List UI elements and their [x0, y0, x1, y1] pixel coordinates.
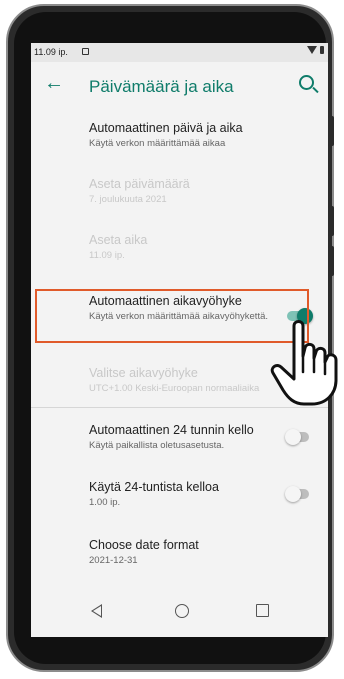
setting-title: Choose date format [89, 538, 199, 552]
highlight-box [35, 289, 309, 343]
search-icon[interactable] [299, 75, 314, 90]
setting-set-date: Aseta päivämäärä 7. joulukuuta 2021 [89, 177, 299, 205]
setting-title: Automaattinen 24 tunnin kello [89, 423, 254, 437]
status-icons [307, 46, 324, 54]
setting-subtitle: Käytä paikallista oletusasetusta. [89, 440, 225, 451]
setting-subtitle: 1.00 ip. [89, 497, 121, 508]
notification-icon [82, 48, 89, 55]
status-time: 11.09 ip. [34, 47, 68, 57]
setting-subtitle: 2021-12-31 [89, 555, 138, 566]
setting-subtitle: 7. joulukuuta 2021 [89, 194, 167, 205]
power-button [328, 246, 334, 276]
setting-subtitle: Käytä verkon määrittämää aikaa [89, 138, 226, 149]
navigation-bar [31, 593, 328, 637]
use-24h-toggle[interactable] [285, 486, 309, 502]
setting-title: Aseta aika [89, 233, 148, 247]
setting-date-format[interactable]: Choose date format 2021-12-31 [89, 538, 299, 566]
setting-title: Käytä 24-tuntista kelloa [89, 480, 219, 494]
setting-title: Aseta päivämäärä [89, 177, 190, 191]
toggle-knob [285, 486, 301, 502]
setting-auto-date-time[interactable]: Automaattinen päivä ja aika Käytä verkon… [89, 121, 299, 149]
setting-auto-24h[interactable]: Automaattinen 24 tunnin kello Käytä paik… [89, 423, 269, 451]
volume-down-button [328, 206, 334, 236]
setting-subtitle: 11.09 ip. [89, 250, 125, 261]
setting-title: Automaattinen päivä ja aika [89, 121, 243, 135]
page-title: Päivämäärä ja aika [89, 77, 234, 96]
setting-set-time: Aseta aika 11.09 ip. [89, 233, 299, 261]
nav-back-icon[interactable] [91, 604, 102, 618]
nav-recents-icon[interactable] [256, 604, 269, 617]
back-arrow-icon[interactable]: ← [44, 72, 64, 95]
pointing-hand-icon [270, 320, 338, 406]
app-bar: ← Päivämäärä ja aika [31, 62, 328, 108]
volume-up-button [328, 116, 334, 146]
status-bar: 11.09 ip. [31, 43, 328, 62]
nav-home-icon[interactable] [175, 604, 189, 618]
wifi-icon [307, 46, 317, 54]
auto-24h-toggle[interactable] [285, 429, 309, 445]
battery-icon [320, 46, 324, 54]
setting-use-24h[interactable]: Käytä 24-tuntista kelloa 1.00 ip. [89, 480, 269, 508]
toggle-knob [285, 429, 301, 445]
